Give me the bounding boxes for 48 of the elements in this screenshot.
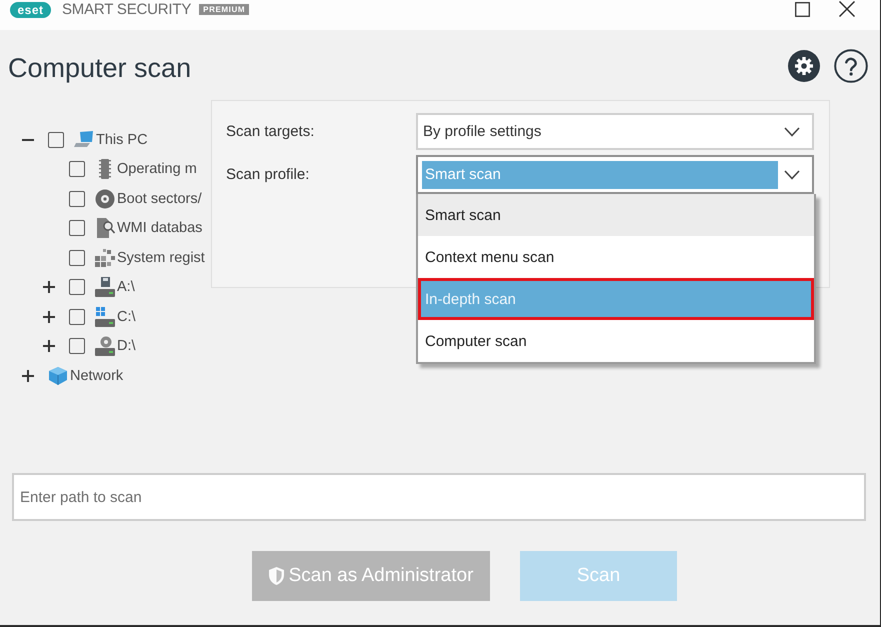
- checkbox[interactable]: [69, 220, 85, 236]
- tree-item-label[interactable]: Network: [70, 368, 124, 384]
- checkbox[interactable]: [69, 190, 85, 207]
- plus-icon[interactable]: [42, 281, 54, 294]
- maximize-icon[interactable]: [795, 2, 810, 16]
- tree-item-label[interactable]: Operating m: [117, 161, 197, 178]
- tree-item-label[interactable]: C:\: [117, 308, 136, 325]
- product-name: SMART SECURITY: [62, 1, 192, 19]
- selected-value: Smart scan: [422, 160, 778, 188]
- windows-drive-icon: [95, 306, 115, 327]
- chevron-down-icon: [784, 126, 800, 136]
- scan-targets-dropdown[interactable]: By profile settings: [416, 113, 814, 150]
- dropdown-option[interactable]: Context menu scan: [418, 236, 814, 278]
- plus-icon[interactable]: [22, 370, 34, 382]
- tree-item-label[interactable]: D:\: [117, 338, 136, 354]
- help-icon[interactable]: [834, 49, 868, 83]
- settings-icon[interactable]: [788, 50, 820, 82]
- disc-drive-icon: [95, 336, 115, 356]
- logo: eset: [10, 2, 51, 18]
- shield-icon: [268, 567, 284, 585]
- tree-item-label[interactable]: WMI databas: [117, 220, 202, 236]
- network-icon: [48, 366, 68, 386]
- dropdown-option[interactable]: Smart scan: [418, 194, 814, 236]
- checkbox[interactable]: [48, 132, 64, 148]
- document-search-icon: [95, 218, 115, 238]
- computer-icon: [74, 130, 94, 150]
- checkbox[interactable]: [69, 279, 85, 296]
- checkbox[interactable]: [69, 338, 85, 354]
- path-input[interactable]: Enter path to scan: [12, 473, 866, 521]
- page-title: Computer scan: [8, 52, 192, 84]
- close-icon[interactable]: [839, 1, 855, 17]
- edition-badge: PREMIUM: [199, 4, 250, 15]
- plus-icon[interactable]: [42, 310, 54, 323]
- tree-item-label[interactable]: A:\: [117, 279, 135, 296]
- checkbox[interactable]: [69, 250, 85, 266]
- checkbox[interactable]: [69, 308, 85, 325]
- field-label: Scan targets:: [226, 123, 316, 140]
- blocks-icon: [95, 248, 115, 268]
- field-label: Scan profile:: [226, 166, 310, 183]
- tree-item-label[interactable]: System regist: [117, 250, 205, 266]
- floppy-drive-icon: [95, 277, 115, 298]
- disc-icon: [95, 188, 115, 209]
- tree-item-label[interactable]: Boot sectors/: [117, 190, 202, 207]
- tree-item-label[interactable]: This PC: [96, 132, 148, 148]
- dropdown-option[interactable]: Computer scan: [418, 320, 814, 362]
- chevron-down-icon: [784, 170, 800, 180]
- checkbox[interactable]: [69, 161, 85, 178]
- plus-icon[interactable]: [42, 340, 54, 352]
